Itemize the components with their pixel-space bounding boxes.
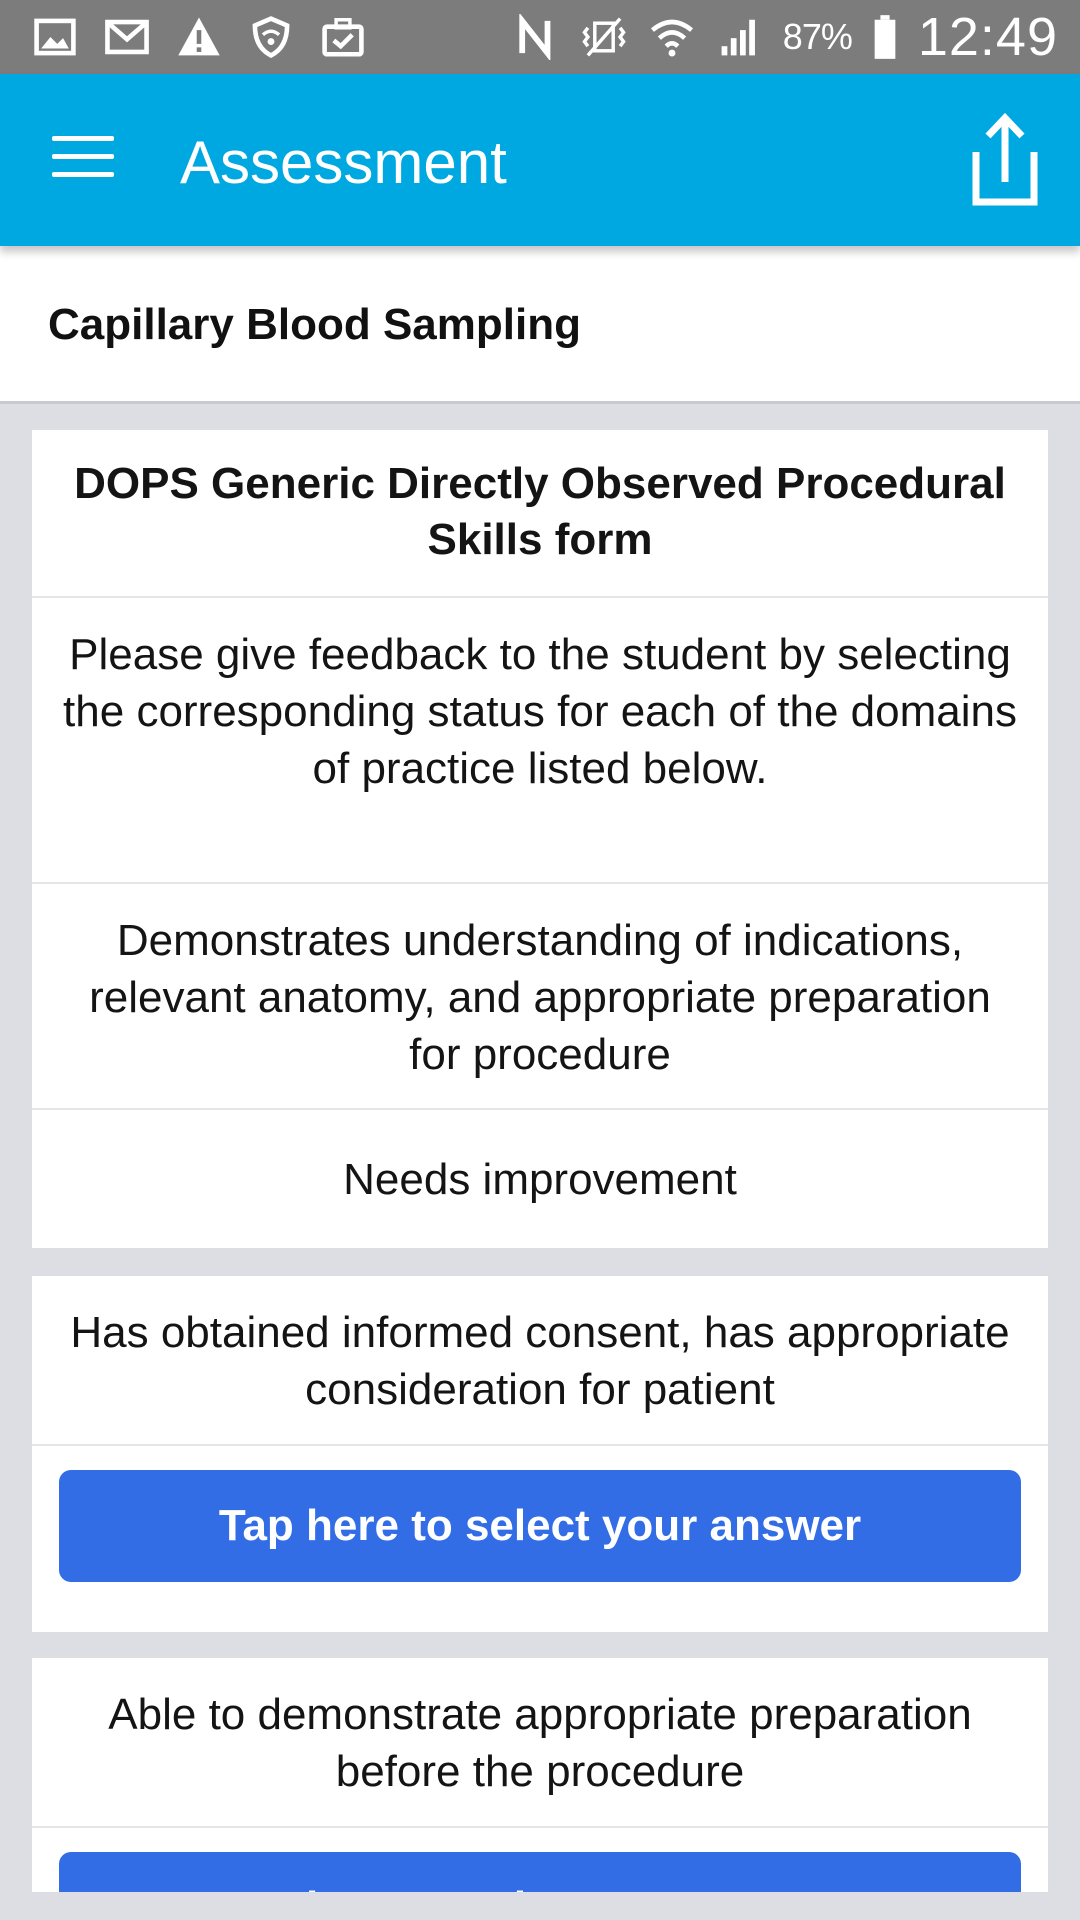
vpn-shield-icon: [246, 12, 296, 62]
gallery-icon: [30, 12, 80, 62]
battery-percent: 87%: [782, 16, 853, 57]
question-answer[interactable]: Needs improvement: [32, 1110, 1048, 1248]
battery-icon: [870, 12, 900, 62]
warning-icon: [174, 12, 224, 62]
hamburger-menu-icon[interactable]: [52, 136, 114, 182]
question-text: Able to demonstrate appropriate preparat…: [32, 1658, 1048, 1828]
status-clock: 12:49: [917, 7, 1058, 67]
page-title: Assessment: [180, 129, 507, 196]
form-card: DOPS Generic Directly Observed Procedura…: [32, 430, 1048, 1248]
procedure-header: Capillary Blood Sampling: [0, 246, 1080, 404]
vibrate-icon: [579, 12, 629, 62]
answer-value: Needs improvement: [343, 1154, 737, 1204]
signal-icon: [715, 12, 765, 62]
procedure-title: Capillary Blood Sampling: [48, 300, 581, 349]
question-answer-area: Tap here to select your answer: [32, 1446, 1048, 1632]
briefcase-check-icon: [318, 12, 368, 62]
select-answer-button[interactable]: Tap here to select your answer: [59, 1470, 1021, 1582]
question-text: Demonstrates understanding of indication…: [32, 884, 1048, 1110]
share-icon[interactable]: [968, 112, 1042, 208]
question-card: Able to demonstrate appropriate preparat…: [32, 1658, 1048, 1892]
select-answer-button[interactable]: Tap here to select your answer: [59, 1852, 1021, 1892]
form-instructions: Please give feedback to the student by s…: [32, 598, 1048, 884]
question-text: Has obtained informed consent, has appro…: [32, 1276, 1048, 1446]
nfc-icon: [511, 12, 561, 62]
question-answer-area: Tap here to select your answer: [32, 1828, 1048, 1892]
app-bar: Assessment: [0, 74, 1080, 246]
question-card: Has obtained informed consent, has appro…: [32, 1276, 1048, 1632]
wifi-icon: [647, 12, 697, 62]
gmail-icon: [102, 12, 152, 62]
status-bar: 87% 12:49: [0, 0, 1080, 74]
form-title: DOPS Generic Directly Observed Procedura…: [32, 430, 1048, 598]
